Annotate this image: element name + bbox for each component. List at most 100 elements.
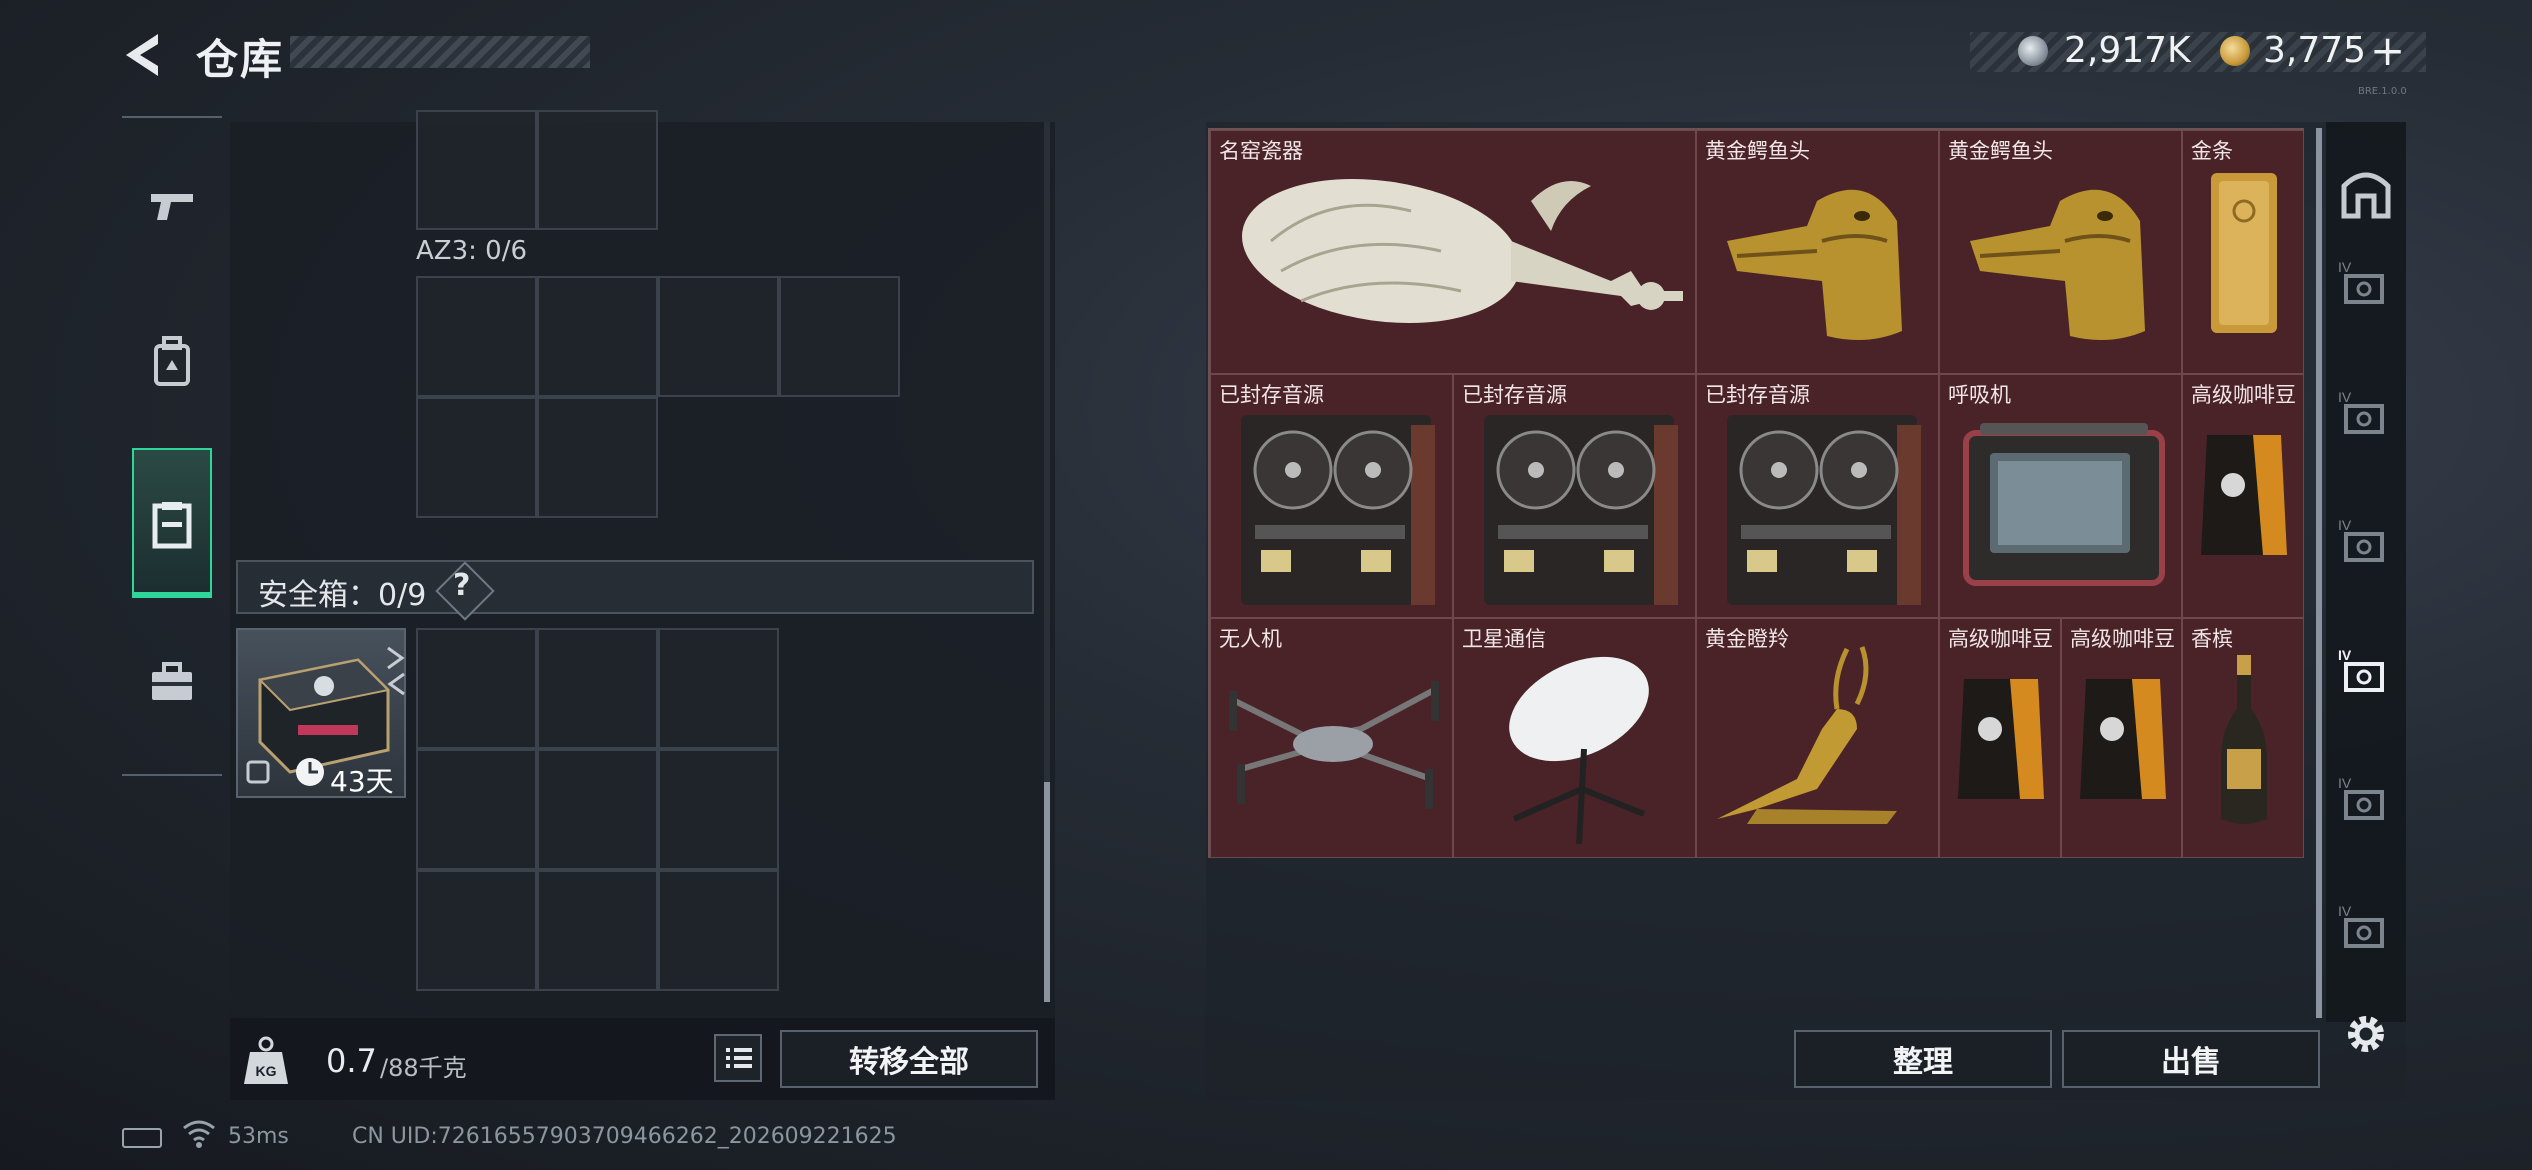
ventilator-icon <box>1963 423 2165 586</box>
svg-text:KG: KG <box>256 1063 277 1079</box>
weight-max: /88千克 <box>380 1054 467 1082</box>
toolbox-icon <box>152 662 192 700</box>
gold-gazelle-icon <box>1717 646 1897 824</box>
gun-icon <box>151 194 193 220</box>
rail-tier-4-active[interactable]: IV <box>2336 644 2396 704</box>
settings-button[interactable] <box>2340 1008 2392 1060</box>
item-slot-champagne-bottle[interactable]: 香槟 <box>2182 618 2304 858</box>
list-view-button[interactable] <box>714 1034 762 1082</box>
item-slot-gold-gazelle[interactable]: 黄金瞪羚 <box>1696 618 1939 858</box>
grid-cell[interactable] <box>416 110 537 230</box>
grid-cell[interactable] <box>537 276 658 397</box>
svg-text:IV: IV <box>2338 259 2352 275</box>
left-scrollbar-thumb[interactable] <box>1044 782 1050 1002</box>
cash-tier-icon: IV <box>2338 517 2384 562</box>
add-currency-button[interactable]: + <box>2370 26 2405 75</box>
cash-tier-icon: IV <box>2338 259 2384 304</box>
item-slot-coffee-bag[interactable]: 高级咖啡豆 <box>1939 618 2061 858</box>
wifi-icon <box>182 1118 216 1148</box>
gold-crocodile-head-icon <box>1727 189 1902 340</box>
rail-tier-6[interactable]: IV <box>2336 900 2396 960</box>
safe-box-duration: 43天 <box>330 765 394 798</box>
reel-to-reel-recorder-icon <box>1241 415 1435 605</box>
rail-home[interactable] <box>2336 162 2396 222</box>
svg-text:IV: IV <box>2338 903 2352 919</box>
item-slot-satellite-dish[interactable]: 卫星通信 <box>1453 618 1696 858</box>
nav-backpack[interactable] <box>132 312 212 412</box>
grid-cell[interactable] <box>416 749 537 870</box>
item-slot-gold-crocodile-head[interactable]: 黄金鳄鱼头 <box>1939 130 2182 374</box>
silver-coin-icon <box>2018 36 2048 66</box>
version-text: BRE.1.0.0 <box>2358 86 2407 97</box>
back-arrow-icon <box>126 34 158 76</box>
cash-tier-icon: IV <box>2338 903 2384 948</box>
grid-cell[interactable] <box>416 870 537 991</box>
item-slot-reel-to-reel-recorder[interactable]: 已封存音源 <box>1453 374 1696 618</box>
item-slot-gold-crocodile-head[interactable]: 黄金鳄鱼头 <box>1696 130 1939 374</box>
grid-cell[interactable] <box>537 749 658 870</box>
rail-tier-1[interactable]: IV <box>2336 256 2396 316</box>
gear-icon <box>2348 1016 2384 1052</box>
transfer-all-button[interactable]: 转移全部 <box>780 1030 1038 1088</box>
help-icon: ? <box>453 568 471 603</box>
safe-box-label: 安全箱：0/9 <box>258 578 427 613</box>
back-button[interactable] <box>118 28 168 82</box>
cash-tier-icon: IV <box>2338 647 2384 692</box>
sell-button[interactable]: 出售 <box>2062 1030 2320 1088</box>
grid-cell[interactable] <box>537 628 658 749</box>
grid-cell[interactable] <box>779 276 900 397</box>
svg-text:IV: IV <box>2338 517 2352 533</box>
coffee-bag-icon <box>2080 679 2166 799</box>
lock-icon <box>246 760 270 784</box>
item-slot-coffee-bag[interactable]: 高级咖啡豆 <box>2061 618 2182 858</box>
uid-text: CN UID:7261655790370946626​2_20260922162… <box>352 1124 897 1149</box>
nav-toolbox[interactable] <box>132 632 212 732</box>
home-icon <box>2341 172 2391 219</box>
porcelain-vase-icon <box>1242 178 1683 324</box>
cash-tier-icon: IV <box>2338 775 2384 820</box>
gold-crocodile-head-icon <box>1970 189 2145 340</box>
weight-current: 0.7 <box>326 1042 377 1080</box>
coffee-bag-icon <box>1958 679 2044 799</box>
item-slot-ventilator[interactable]: 呼吸机 <box>1939 374 2182 618</box>
grid-cell[interactable] <box>658 276 779 397</box>
grid-cell[interactable] <box>416 397 537 518</box>
item-slot-porcelain-vase[interactable]: 名窑瓷器 <box>1210 130 1696 374</box>
item-slot-coffee-bag[interactable]: 高级咖啡豆 <box>2182 374 2304 618</box>
gold-amount: 3,775 <box>2263 30 2367 71</box>
rail-tier-2[interactable]: IV <box>2336 386 2396 446</box>
grid-cell[interactable] <box>537 870 658 991</box>
coffee-bag-icon <box>2201 435 2287 555</box>
rail-tier-3[interactable]: IV <box>2336 514 2396 574</box>
item-slot-reel-to-reel-recorder[interactable]: 已封存音源 <box>1210 374 1453 618</box>
reel-to-reel-recorder-icon <box>1484 415 1678 605</box>
drone-icon <box>1229 681 1439 809</box>
az3-label: AZ3: 0/6 <box>416 236 528 266</box>
item-slot-reel-to-reel-recorder[interactable]: 已封存音源 <box>1696 374 1939 618</box>
grid-cell[interactable] <box>537 397 658 518</box>
battery-icon <box>122 1128 162 1148</box>
grid-cell[interactable] <box>658 870 779 991</box>
grid-cell[interactable] <box>658 628 779 749</box>
reel-to-reel-recorder-icon <box>1727 415 1921 605</box>
storage-icon <box>152 502 192 549</box>
grid-cell[interactable] <box>416 276 537 397</box>
grid-cell[interactable] <box>537 110 658 230</box>
title-stripe <box>290 36 590 68</box>
grid-cell[interactable] <box>658 749 779 870</box>
organize-button[interactable]: 整理 <box>1794 1030 2052 1088</box>
item-slot-drone[interactable]: 无人机 <box>1210 618 1453 858</box>
nav-storage[interactable] <box>132 448 212 598</box>
list-icon <box>726 1048 752 1068</box>
item-slot-gold-bar[interactable]: 金条 <box>2182 130 2304 374</box>
gold-bar-icon <box>2211 173 2277 333</box>
champagne-bottle-icon <box>2221 655 2267 824</box>
kg-weight-icon: KG <box>236 1024 296 1094</box>
nav-weapons[interactable] <box>132 156 212 256</box>
rail-tier-5[interactable]: IV <box>2336 772 2396 832</box>
backpack-icon <box>154 336 190 386</box>
cash-tier-icon: IV <box>2338 389 2384 434</box>
grid-cell[interactable] <box>416 628 537 749</box>
satellite-dish-icon <box>1509 656 1649 845</box>
right-scrollbar-thumb[interactable] <box>2316 128 2322 1018</box>
